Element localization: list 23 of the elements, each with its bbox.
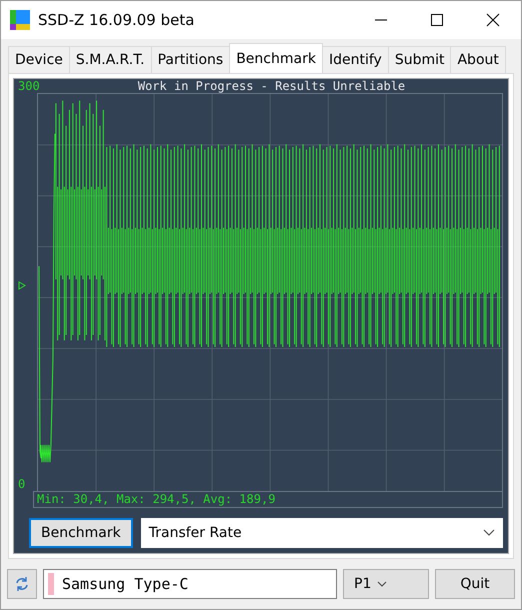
app-logo-icon <box>10 10 30 30</box>
stats-text: Min: 30,4, Max: 294,5, Avg: 189,9 <box>33 491 503 508</box>
refresh-icon <box>14 576 30 592</box>
maximize-icon <box>430 13 444 27</box>
axis-label: 0 <box>18 477 26 492</box>
drive-marker-icon <box>48 573 54 595</box>
tab[interactable]: About <box>450 46 506 73</box>
marker-triangle-icon <box>18 280 26 290</box>
quit-button[interactable]: Quit <box>435 569 515 599</box>
close-icon <box>486 13 500 27</box>
minimize-icon <box>374 19 388 21</box>
caret-icon <box>377 580 388 588</box>
tab[interactable]: Device <box>8 46 70 73</box>
chevron-down-icon <box>483 529 495 538</box>
mode-select[interactable]: Transfer Rate <box>140 518 503 548</box>
drive-field[interactable]: Samsung Type-C <box>43 569 337 599</box>
profile-button[interactable]: P1 <box>343 569 429 599</box>
window-title: SSD-Z 16.09.09 beta <box>38 11 196 29</box>
axis-label: 300 <box>17 79 40 93</box>
refresh-button[interactable] <box>7 569 37 599</box>
benchmark-button[interactable]: Benchmark <box>29 518 133 548</box>
chart-title: Work in Progress - Results Unreliable <box>136 79 406 93</box>
tab[interactable]: Benchmark <box>229 43 323 73</box>
